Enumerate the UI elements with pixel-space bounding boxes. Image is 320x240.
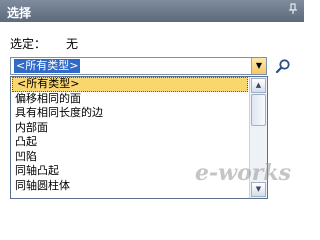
- watermark-logo: e-works: [195, 160, 291, 186]
- scroll-up-icon[interactable]: ▲: [251, 78, 266, 93]
- list-item[interactable]: 内部面: [11, 121, 249, 136]
- type-filter-value: <所有类型>: [14, 59, 81, 73]
- list-item[interactable]: 具有相同长度的边: [11, 106, 249, 121]
- selection-value: 无: [66, 37, 79, 51]
- panel-titlebar: 选择: [0, 0, 304, 22]
- search-button[interactable]: [272, 56, 294, 76]
- list-item[interactable]: 偏移相同的面: [11, 92, 249, 107]
- type-filter-combobox[interactable]: <所有类型> ▼: [10, 57, 267, 75]
- list-item[interactable]: 凸起: [11, 135, 249, 150]
- selection-panel: 选择 选定： 无 <所有类型> ▼ <所有类型> 偏移相同的面 具有相同长度的边…: [0, 0, 304, 201]
- pin-icon[interactable]: [286, 3, 300, 18]
- search-icon: [275, 59, 290, 74]
- panel-title: 选择: [7, 6, 32, 20]
- list-item[interactable]: <所有类型>: [12, 77, 248, 92]
- scroll-thumb[interactable]: [251, 94, 266, 126]
- selection-label: 选定：: [10, 37, 47, 51]
- chevron-down-icon[interactable]: ▼: [251, 58, 266, 74]
